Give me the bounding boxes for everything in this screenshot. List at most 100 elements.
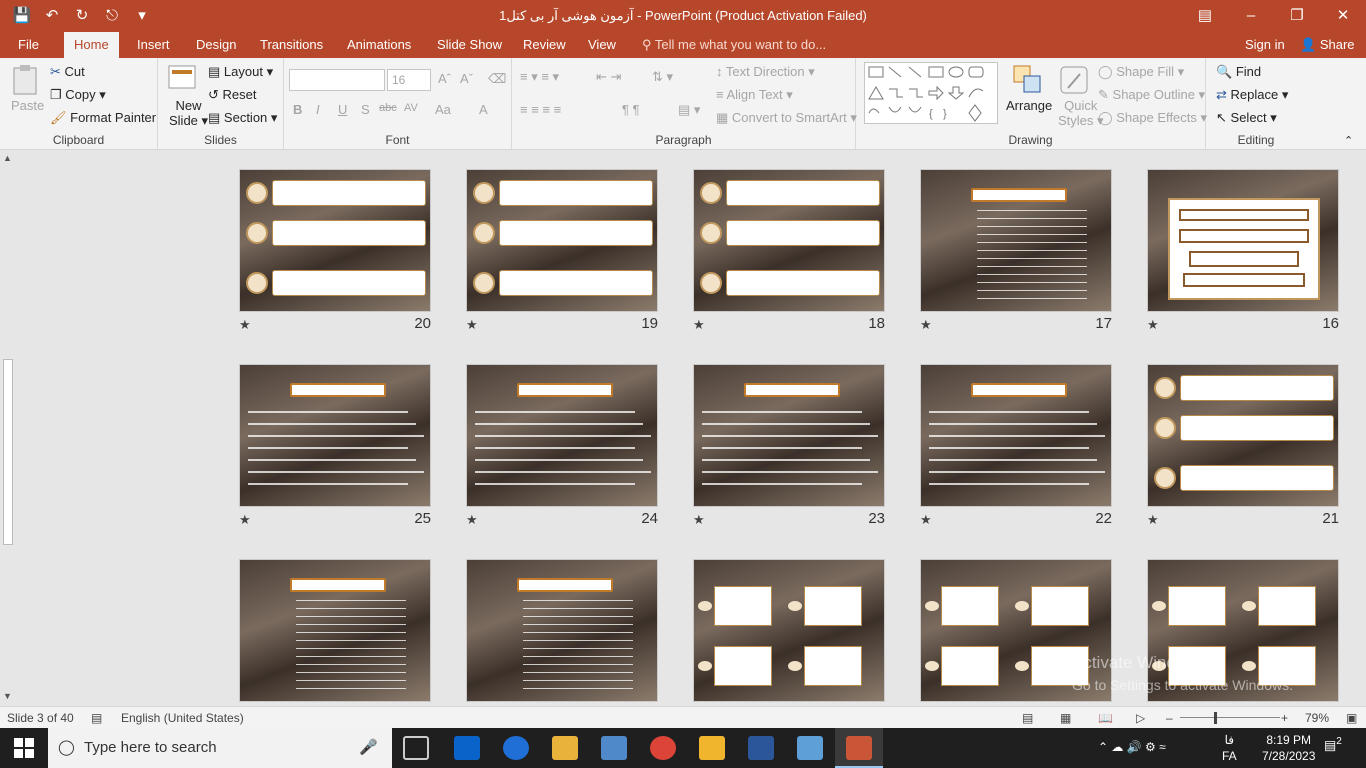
restore-icon[interactable]: ❐: [1274, 0, 1320, 32]
bluetooth-icon[interactable]: [503, 736, 529, 760]
scroll-thumb[interactable]: [3, 359, 13, 545]
align-icons[interactable]: ≡ ≡ ≡ ≡: [520, 102, 561, 117]
quick-styles-button[interactable]: Quick Styles ▾: [1058, 98, 1104, 128]
shapes-gallery[interactable]: {}: [864, 62, 998, 124]
paste-icon[interactable]: [10, 64, 42, 96]
tab-design[interactable]: Design: [186, 32, 246, 58]
italic-button[interactable]: I: [316, 102, 320, 117]
slide-thumbnail[interactable]: [239, 169, 431, 312]
text-direction-button[interactable]: ↕ Text Direction ▾: [716, 64, 815, 80]
tab-slide-show[interactable]: Slide Show: [427, 32, 512, 58]
slide-thumbnail[interactable]: [239, 559, 431, 702]
bold-button[interactable]: B: [293, 102, 302, 117]
tab-transitions[interactable]: Transitions: [250, 32, 333, 58]
shape-outline-button[interactable]: ✎ Shape Outline ▾: [1098, 87, 1205, 103]
font-name-box[interactable]: [289, 69, 385, 91]
slide-thumbnail[interactable]: [693, 364, 885, 507]
spacing-button[interactable]: AV: [404, 102, 418, 114]
section-button[interactable]: ▤ Section ▾: [208, 110, 277, 126]
slide-thumbnail[interactable]: [1147, 364, 1339, 507]
vertical-scrollbar[interactable]: ▲ ▼: [0, 151, 16, 706]
zoom-slider-thumb[interactable]: [1214, 712, 1217, 724]
strikethrough-button[interactable]: abc: [379, 102, 397, 114]
zoom-level[interactable]: 79%: [1305, 711, 1329, 725]
arrange-icon[interactable]: [1012, 64, 1044, 96]
chrome-icon[interactable]: [650, 736, 676, 760]
task-view-icon[interactable]: [403, 736, 429, 760]
shadow-button[interactable]: S: [361, 102, 370, 117]
sign-in-link[interactable]: Sign in: [1245, 32, 1285, 58]
scroll-up-icon[interactable]: ▲: [3, 153, 12, 163]
arrange-button[interactable]: Arrange: [1006, 98, 1052, 113]
shape-effects-button[interactable]: ◯ Shape Effects ▾: [1098, 110, 1207, 126]
zoom-in-icon[interactable]: +: [1281, 711, 1288, 725]
grow-font-icon[interactable]: Aˆ: [438, 71, 451, 86]
winrar-icon[interactable]: [699, 736, 725, 760]
slide-thumbnail[interactable]: [466, 169, 658, 312]
shape-fill-button[interactable]: ◯ Shape Fill ▾: [1098, 64, 1184, 80]
clear-format-icon[interactable]: ⌫: [488, 71, 506, 87]
shrink-font-icon[interactable]: Aˇ: [460, 71, 473, 86]
new-slide-button[interactable]: New Slide ▾: [169, 98, 208, 128]
find-button[interactable]: 🔍 Find: [1216, 64, 1261, 80]
underline-button[interactable]: U: [338, 102, 347, 117]
microphone-icon[interactable]: 🎤: [359, 728, 378, 768]
close-icon[interactable]: ✕: [1320, 0, 1366, 32]
tell-me-box[interactable]: ⚲ Tell me what you want to do...: [642, 32, 826, 58]
copy-button[interactable]: ❐ Copy ▾: [50, 87, 106, 103]
slide-thumbnail[interactable]: [1147, 169, 1339, 312]
align-text-button[interactable]: ≡ Align Text ▾: [716, 87, 793, 103]
spellcheck-icon[interactable]: ▤: [91, 711, 102, 725]
language-indicator[interactable]: English (United States): [121, 711, 244, 725]
reading-view-icon[interactable]: 📖: [1098, 711, 1113, 725]
clock[interactable]: 8:19 PM 7/28/2023: [1262, 732, 1315, 764]
select-button[interactable]: ↖ Select ▾: [1216, 110, 1277, 126]
slideshow-view-icon[interactable]: ▷: [1136, 711, 1145, 725]
line-spacing-icon[interactable]: ⇅ ▾: [652, 69, 673, 85]
change-case-button[interactable]: Aa: [435, 102, 451, 117]
taskbar-search[interactable]: ◯ Type here to search 🎤: [48, 728, 392, 768]
input-language[interactable]: فا FA: [1222, 732, 1237, 764]
layout-button[interactable]: ▤ Layout ▾: [208, 64, 273, 80]
quick-styles-icon[interactable]: [1058, 64, 1090, 96]
slide-thumbnail[interactable]: [466, 364, 658, 507]
smartart-button[interactable]: ▦ Convert to SmartArt ▾: [716, 110, 857, 126]
collapse-ribbon-icon[interactable]: ⌃: [1344, 134, 1353, 147]
zoom-out-icon[interactable]: –: [1166, 711, 1173, 725]
app-icon[interactable]: [601, 736, 627, 760]
slide-thumbnail[interactable]: [466, 559, 658, 702]
zoom-slider[interactable]: [1180, 717, 1280, 718]
direction-icons[interactable]: ¶ ¶: [622, 102, 640, 117]
tab-review[interactable]: Review: [513, 32, 576, 58]
scroll-down-icon[interactable]: ▼: [3, 691, 12, 701]
tab-home[interactable]: Home: [64, 32, 119, 58]
normal-view-icon[interactable]: ▤: [1022, 711, 1033, 725]
slide-thumbnail[interactable]: [920, 169, 1112, 312]
share-button[interactable]: 👤 Share: [1300, 32, 1355, 58]
tab-insert[interactable]: Insert: [127, 32, 180, 58]
paste-button[interactable]: Paste: [11, 98, 44, 113]
notification-icon[interactable]: ▤2: [1324, 736, 1342, 753]
tab-animations[interactable]: Animations: [337, 32, 421, 58]
windows-start-icon[interactable]: [14, 738, 34, 761]
slide-thumbnail[interactable]: [693, 169, 885, 312]
word-icon[interactable]: [748, 736, 774, 760]
new-slide-icon[interactable]: [167, 62, 199, 94]
fit-slide-icon[interactable]: ▣: [1346, 711, 1357, 725]
font-size-box[interactable]: 16: [387, 69, 431, 91]
ribbon-display-icon[interactable]: ▤: [1182, 0, 1228, 32]
bullets-icon[interactable]: ≡ ▾ ≡ ▾: [520, 69, 559, 85]
replace-button[interactable]: ⇄ Replace ▾: [1216, 87, 1288, 103]
tab-file[interactable]: File: [8, 32, 49, 58]
slide-thumbnail[interactable]: [239, 364, 431, 507]
slide-thumbnail[interactable]: [693, 559, 885, 702]
minimize-icon[interactable]: –: [1228, 0, 1274, 32]
file-explorer-icon[interactable]: [552, 736, 578, 760]
cut-button[interactable]: ✂ Cut: [50, 64, 85, 80]
slide-sorter-view-icon[interactable]: ▦: [1060, 711, 1071, 725]
columns-icon[interactable]: ▤ ▾: [678, 102, 700, 118]
tab-view[interactable]: View: [578, 32, 626, 58]
tray-icons[interactable]: ⌃ ☁ 🔊 ⚙ ≈: [1098, 740, 1166, 754]
font-color-button[interactable]: A: [479, 102, 488, 117]
edge-icon[interactable]: [454, 736, 480, 760]
